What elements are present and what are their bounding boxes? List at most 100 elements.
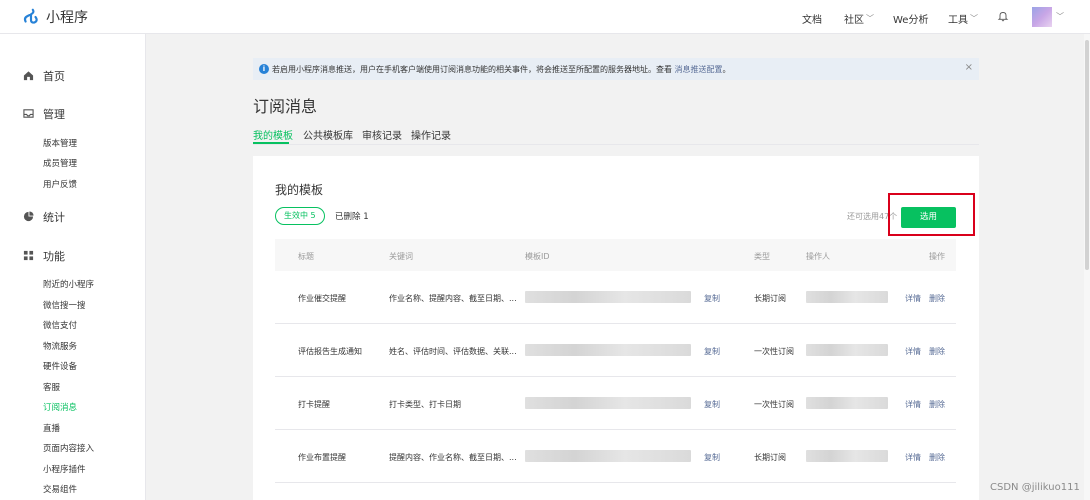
sidebar-item-nearby[interactable]: 附近的小程序: [43, 278, 94, 290]
column-header: 标题: [298, 252, 314, 261]
templates-card: 我的模板 生效中 5 已删除 1 还可选用47个 选用 标题 关键词 模板ID …: [253, 156, 979, 500]
card-title: 我的模板: [275, 183, 324, 197]
delete-link[interactable]: 删除: [929, 346, 945, 357]
chevron-down-icon: ﹀: [970, 14, 978, 23]
tab-active-indicator: [253, 142, 289, 144]
tab-review-records[interactable]: 审核记录: [362, 127, 402, 142]
nav-tools-label: 工具: [948, 15, 968, 26]
row-title: 作业布置提醒: [298, 453, 346, 462]
mini-program-logo-icon: [23, 8, 38, 24]
nav-community[interactable]: 社区 ﹀: [844, 11, 874, 26]
nav-tools[interactable]: 工具 ﹀: [948, 11, 978, 26]
row-keywords: 打卡类型、打卡日期: [389, 400, 461, 409]
nav-we-analysis[interactable]: We分析: [893, 11, 928, 26]
logo-text: 小程序: [46, 10, 88, 26]
push-config-link[interactable]: 消息推送配置: [675, 65, 723, 74]
operator-redacted: [806, 344, 888, 356]
row-type: 长期订阅: [754, 294, 786, 303]
template-id-redacted: [525, 450, 691, 462]
notice-body: 若启用小程序消息推送，用户在手机客户端使用订阅消息功能的相关事件，将会推送至所配…: [272, 65, 675, 74]
row-type: 一次性订阅: [754, 347, 794, 356]
sidebar-item-plugin[interactable]: 小程序插件: [43, 463, 86, 475]
nav-docs[interactable]: 文档: [802, 11, 822, 26]
operator-redacted: [806, 291, 888, 303]
notice-end: 。: [722, 65, 731, 74]
sidebar-item-logistics[interactable]: 物流服务: [43, 340, 77, 352]
avatar[interactable]: [1032, 7, 1052, 27]
sidebar-item-service[interactable]: 客服: [43, 381, 60, 393]
nav-community-label: 社区: [844, 15, 864, 26]
sidebar-group-label: 功能: [43, 250, 65, 263]
copy-link[interactable]: 复制: [704, 346, 720, 357]
template-id-redacted: [525, 397, 691, 409]
sidebar-item-version[interactable]: 版本管理: [43, 137, 77, 149]
page-title: 订阅消息: [253, 97, 318, 116]
sidebar-item-content[interactable]: 页面内容接入: [43, 442, 94, 454]
bell-icon[interactable]: [997, 10, 1009, 22]
detail-link[interactable]: 详情: [905, 399, 921, 410]
delete-link[interactable]: 删除: [929, 399, 945, 410]
column-header: 模板ID: [525, 252, 550, 261]
info-icon: i: [259, 64, 269, 74]
sidebar-item-pay[interactable]: 微信支付: [43, 319, 77, 331]
sidebar-item-label: 首页: [43, 70, 65, 83]
copy-link[interactable]: 复制: [704, 452, 720, 463]
column-header: 类型: [754, 252, 770, 261]
sidebar-item-feedback[interactable]: 用户反馈: [43, 178, 77, 190]
delete-link[interactable]: 删除: [929, 293, 945, 304]
table-header: 标题 关键词 模板ID 类型 操作人 操作: [275, 239, 956, 271]
tab-operation-records[interactable]: 操作记录: [411, 127, 451, 142]
scrollbar-thumb[interactable]: [1085, 40, 1089, 270]
row-keywords: 作业名称、提醒内容、截至日期、...: [389, 294, 517, 303]
select-template-button[interactable]: 选用: [901, 207, 956, 228]
row-title: 作业催交提醒: [298, 294, 346, 303]
sidebar-item-hardware[interactable]: 硬件设备: [43, 360, 77, 372]
top-bar: 小程序 文档 社区 ﹀ We分析 工具 ﹀ ﹀: [0, 0, 1090, 34]
column-header: 操作: [929, 252, 945, 261]
row-keywords: 提醒内容、作业名称、截至日期、...: [389, 453, 517, 462]
copy-link[interactable]: 复制: [704, 399, 720, 410]
operator-redacted: [806, 450, 888, 462]
sidebar-item-live[interactable]: 直播: [43, 422, 60, 434]
column-header: 关键词: [389, 252, 413, 261]
row-type: 长期订阅: [754, 453, 786, 462]
table-row: 评估报告生成通知 姓名、评估时间、评估数据、关联... 复制 一次性订阅 详情 …: [275, 324, 956, 377]
column-header: 操作人: [806, 252, 830, 261]
sidebar-item-subscribe[interactable]: 订阅消息: [43, 401, 77, 413]
sidebar-item-search[interactable]: 微信搜一搜: [43, 299, 86, 311]
status-active-filter[interactable]: 生效中 5: [275, 207, 325, 225]
close-icon[interactable]: ×: [965, 62, 973, 73]
sidebar-item-members[interactable]: 成员管理: [43, 157, 77, 169]
template-id-redacted: [525, 291, 691, 303]
sidebar: 首页 管理 版本管理 成员管理 用户反馈 统计 功能 附近的小程序 微信搜一搜 …: [0, 34, 146, 500]
detail-link[interactable]: 详情: [905, 452, 921, 463]
tabs-divider: [253, 144, 979, 145]
operator-redacted: [806, 397, 888, 409]
template-id-redacted: [525, 344, 691, 356]
table-row: 作业布置提醒 提醒内容、作业名称、截至日期、... 复制 长期订阅 详情 删除: [275, 430, 956, 483]
detail-link[interactable]: 详情: [905, 293, 921, 304]
notice-banner: i 若启用小程序消息推送，用户在手机客户端使用订阅消息功能的相关事件，将会推送至…: [253, 58, 979, 80]
row-title: 打卡提醒: [298, 400, 330, 409]
pie-chart-icon: [23, 211, 34, 222]
chevron-down-icon[interactable]: ﹀: [1056, 11, 1064, 22]
row-keywords: 姓名、评估时间、评估数据、关联...: [389, 347, 517, 356]
logo[interactable]: 小程序: [22, 7, 88, 27]
sidebar-item-label: 统计: [43, 211, 65, 224]
copy-link[interactable]: 复制: [704, 293, 720, 304]
tab-my-templates[interactable]: 我的模板: [253, 127, 293, 142]
detail-link[interactable]: 详情: [905, 346, 921, 357]
notice-text: 若启用小程序消息推送，用户在手机客户端使用订阅消息功能的相关事件，将会推送至所配…: [272, 64, 731, 75]
status-deleted-filter[interactable]: 已删除 1: [335, 210, 369, 222]
table-row: 打卡提醒 打卡类型、打卡日期 复制 一次性订阅 详情 删除: [275, 377, 956, 430]
grid-icon: [23, 250, 34, 261]
delete-link[interactable]: 删除: [929, 452, 945, 463]
row-type: 一次性订阅: [754, 400, 794, 409]
watermark: CSDN @jilikuo111: [990, 482, 1080, 493]
chevron-down-icon: ﹀: [866, 14, 874, 23]
tab-public-library[interactable]: 公共模板库: [303, 127, 353, 142]
row-title: 评估报告生成通知: [298, 347, 362, 356]
sidebar-item-trade[interactable]: 交易组件: [43, 483, 77, 495]
sidebar-group-label: 管理: [43, 108, 65, 121]
inbox-icon: [23, 109, 34, 118]
